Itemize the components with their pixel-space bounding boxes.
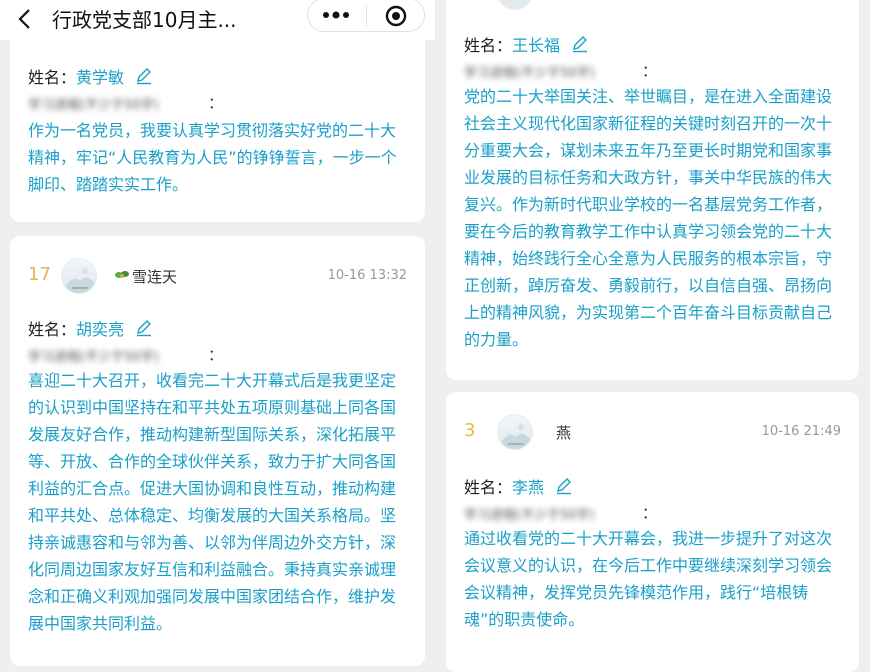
answer-card-wang: 姓名：王长福 学习进程(不少于50字) ： 党的二十大举国关注、举世瞩目，是在进… [446, 0, 859, 380]
timestamp: 10-16 13:32 [327, 268, 407, 283]
rank-number: 17 [28, 264, 51, 285]
question-colon: ： [642, 504, 658, 522]
top-nav-bar: 行政党支部10月主... [0, 0, 435, 40]
question-colon: ： [208, 346, 224, 364]
question-label: 学习进程(不少于50字) [464, 508, 595, 523]
respondent-name: 王长福 [512, 36, 561, 55]
card-header: 3 燕 10-16 21:49 [464, 414, 841, 454]
name-label: 姓名： [28, 68, 77, 87]
back-arrow-icon[interactable] [17, 9, 33, 33]
question-label: 学习进程(不少于50字) [28, 350, 159, 365]
name-row: 姓名：胡奕亮 [28, 316, 153, 341]
name-row: 姓名：王长福 [464, 32, 589, 57]
name-label: 姓名： [28, 320, 77, 339]
nickname-text: 雪连天 [132, 268, 178, 286]
answer-text: 通过收看党的二十大开幕会，我进一步提升了对这次会议意义的认识，在今后工作中要继续… [464, 529, 833, 629]
capsule-divider [366, 6, 367, 26]
answer-card-17: 17 雪连天 10-16 13:32 姓名：胡奕亮 学习进程(不少于50字) ：… [10, 236, 425, 666]
question-label: 学习进程(不少于50字) [28, 98, 159, 113]
question-colon: ： [642, 62, 658, 80]
card-header: 17 雪连天 10-16 13:32 [28, 258, 407, 298]
target-icon[interactable] [385, 5, 407, 31]
avatar-icon[interactable] [497, 414, 533, 450]
edit-pencil-icon[interactable] [571, 35, 589, 57]
answer-text: 喜迎二十大召开，收看完二十大开幕式后是我更坚定的认识到中国坚持在和平共处五项原则… [28, 371, 397, 633]
rank-number: 3 [464, 420, 476, 441]
mini-program-capsule [307, 0, 425, 32]
name-row: 姓名：李燕 [464, 474, 573, 499]
respondent-name: 胡奕亮 [76, 320, 125, 339]
avatar-icon[interactable] [61, 258, 97, 294]
nickname: 雪连天 [114, 266, 177, 287]
nickname-text: 燕 [556, 424, 572, 442]
more-dots-icon[interactable] [322, 7, 350, 27]
edit-pencil-icon[interactable] [135, 319, 153, 341]
question-colon: ： [208, 94, 224, 112]
right-column: 姓名：王长福 学习进程(不少于50字) ： 党的二十大举国关注、举世瞩目，是在进… [435, 0, 870, 672]
question-label: 学习进程(不少于50字) [464, 66, 595, 81]
name-label: 姓名： [464, 478, 513, 497]
respondent-name: 黄学敏 [76, 68, 125, 87]
left-column: 姓名：黄学敏 学习进程(不少于50字) ： 作为一名党员，我要认真学习贯彻落实好… [0, 0, 435, 666]
name-label: 姓名： [464, 36, 513, 55]
answer-text: 作为一名党员，我要认真学习贯彻落实好党的二十大精神，牢记“人民教育为人民”的铮铮… [28, 121, 397, 194]
page-title: 行政党支部10月主... [52, 8, 237, 32]
respondent-name: 李燕 [512, 478, 545, 497]
edit-pencil-icon[interactable] [555, 477, 573, 499]
timestamp: 10-16 21:49 [761, 424, 841, 439]
answer-card-3: 3 燕 10-16 21:49 姓名：李燕 学习进程(不少于50字) ： 通过收… [446, 392, 859, 672]
leaf-icon [114, 268, 132, 286]
edit-pencil-icon[interactable] [135, 67, 153, 89]
answer-text: 党的二十大举国关注、举世瞩目，是在进入全面建设社会主义现代化国家新征程的关键时刻… [464, 87, 833, 349]
name-row: 姓名：黄学敏 [28, 64, 153, 89]
